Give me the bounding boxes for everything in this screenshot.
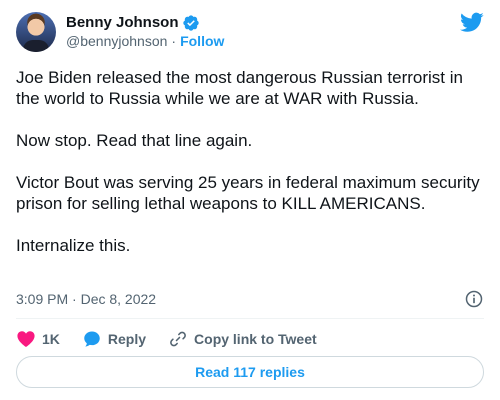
- tweet-header: Benny Johnson @bennyjohnson · Follow: [16, 10, 484, 54]
- copy-link-label: Copy link to Tweet: [194, 331, 317, 347]
- tweet-timestamp[interactable]: 3:09 PM · Dec 8, 2022: [16, 291, 156, 307]
- author-name[interactable]: Benny Johnson: [66, 13, 179, 32]
- handle-separator: ·: [171, 33, 177, 49]
- follow-button[interactable]: Follow: [180, 32, 224, 51]
- tweet-actions: 1K Reply Copy link to Tweet: [16, 328, 484, 350]
- link-icon: [168, 329, 194, 349]
- author-handle-row: @bennyjohnson · Follow: [66, 32, 224, 51]
- info-icon[interactable]: [464, 289, 484, 309]
- tweet-text: Joe Biden released the most dangerous Ru…: [16, 68, 480, 255]
- divider: [16, 318, 484, 319]
- author-handle[interactable]: @bennyjohnson: [66, 32, 167, 51]
- heart-icon: [16, 329, 42, 349]
- reply-button[interactable]: Reply: [82, 329, 146, 349]
- read-replies-button[interactable]: Read 117 replies: [16, 356, 484, 388]
- speech-bubble-icon: [82, 329, 108, 349]
- avatar[interactable]: [16, 12, 56, 52]
- author-name-row: Benny Johnson: [66, 13, 224, 32]
- author-info: Benny Johnson @bennyjohnson · Follow: [66, 13, 224, 51]
- read-replies-label: Read 117 replies: [195, 364, 305, 380]
- copy-link-button[interactable]: Copy link to Tweet: [168, 329, 317, 349]
- tweet-embed-card: Benny Johnson @bennyjohnson · Follow Joe…: [0, 0, 500, 400]
- like-button[interactable]: 1K: [16, 329, 60, 349]
- like-count: 1K: [42, 331, 60, 347]
- reply-label: Reply: [107, 331, 147, 347]
- tweet-meta: 3:09 PM · Dec 8, 2022: [16, 289, 484, 309]
- twitter-bird-icon[interactable]: [460, 10, 484, 39]
- verified-badge-icon: [182, 14, 200, 32]
